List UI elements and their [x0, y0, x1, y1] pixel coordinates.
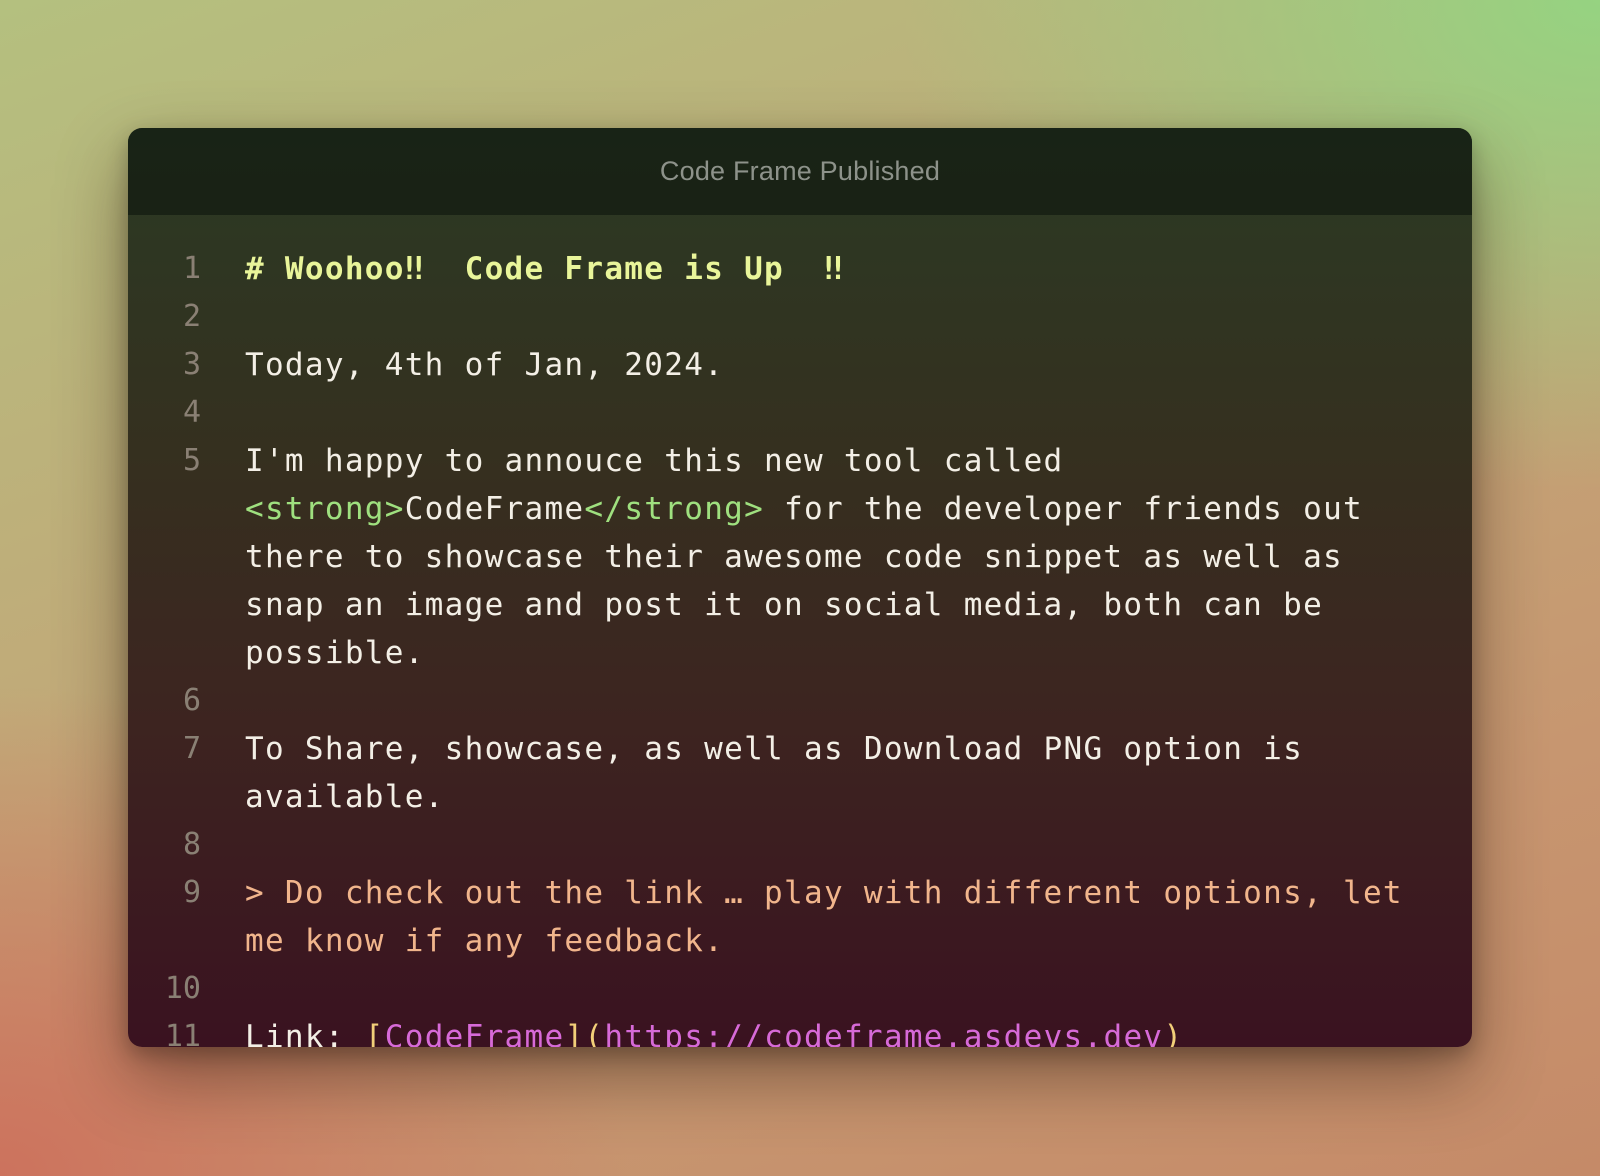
code-line-2: 2: [128, 293, 1472, 341]
link-line: Link: [CodeFrame](https://codeframe.asde…: [245, 1013, 1415, 1047]
code-editor: 1 # Woohoo‼ Code Frame is Up ‼ 2 3 Today…: [128, 215, 1472, 1047]
date-text: Today, 4th of Jan, 2024.: [245, 347, 725, 383]
blockquote-text: > Do check out the link … play with diff…: [245, 875, 1423, 959]
link-label: Link:: [245, 1019, 365, 1047]
line-number: 11: [164, 1019, 201, 1047]
line-number: 4: [182, 395, 201, 430]
code-line-7: 7 To Share, showcase, as well as Downloa…: [128, 725, 1472, 821]
bracket-open: [: [364, 1019, 385, 1047]
line-number: 5: [182, 443, 201, 478]
line-number: 7: [182, 731, 201, 766]
strong-close-tag: </strong>: [584, 491, 765, 527]
markdown-heading: # Woohoo‼ Code Frame is Up ‼: [245, 251, 844, 287]
line-number: 6: [182, 683, 201, 718]
window-title: Code Frame Published: [659, 156, 941, 186]
code-line-9: 9 > Do check out the link … play with di…: [128, 869, 1472, 965]
code-line-6: 6: [128, 677, 1472, 725]
bracket-mid: ](: [564, 1019, 605, 1047]
line-number: 3: [182, 347, 201, 382]
code-line-3: 3 Today, 4th of Jan, 2024.: [128, 341, 1472, 389]
code-line-10: 10: [128, 965, 1472, 1013]
link-text[interactable]: CodeFrame: [385, 1019, 565, 1047]
paren-close: ): [1163, 1019, 1184, 1047]
line-number: 10: [164, 971, 201, 1006]
code-line-5: 5 I'm happy to annouce this new tool cal…: [128, 437, 1472, 677]
link-url[interactable]: https://codeframe.asdevs.dev: [604, 1019, 1163, 1047]
strong-open-tag: <strong>: [245, 491, 405, 527]
line-number: 9: [182, 875, 201, 910]
share-options-text: To Share, showcase, as well as Download …: [245, 731, 1324, 815]
announcement-text-start: I'm happy to annouce this new tool calle…: [245, 443, 1084, 479]
code-line-11: 11 Link: [CodeFrame](https://codeframe.a…: [128, 1013, 1472, 1047]
code-line-8: 8: [128, 821, 1472, 869]
code-line-1: 1 # Woohoo‼ Code Frame is Up ‼: [128, 245, 1472, 293]
code-frame-window: Code Frame Published 1 # Woohoo‼ Code Fr…: [128, 128, 1472, 1047]
line-number: 1: [182, 251, 201, 286]
title-bar: Code Frame Published: [128, 128, 1472, 215]
code-line-4: 4: [128, 389, 1472, 437]
line-number: 8: [182, 827, 201, 862]
strong-text: CodeFrame: [404, 491, 585, 527]
line-number: 2: [182, 299, 201, 334]
announcement-paragraph: I'm happy to annouce this new tool calle…: [245, 437, 1415, 677]
